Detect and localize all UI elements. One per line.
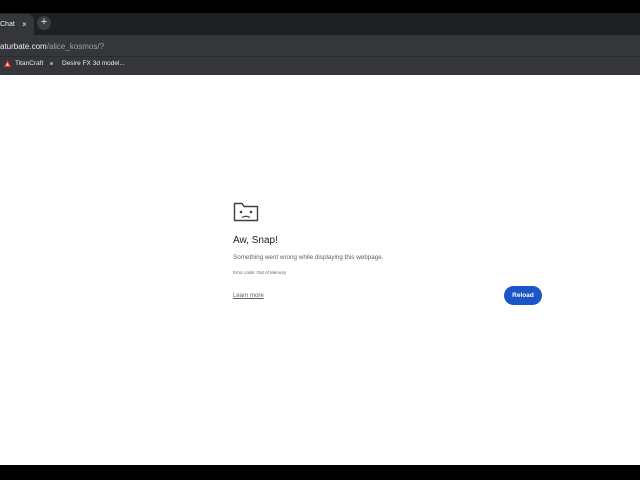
browser-tab[interactable]: Chat ×: [0, 14, 34, 35]
tab-title: Chat: [0, 21, 15, 28]
tab-strip: Chat × +: [0, 13, 640, 35]
bookmark-label: Desire FX 3d model...: [62, 60, 125, 67]
new-tab-button[interactable]: +: [37, 16, 51, 30]
url-path: /alice_kosmos/?: [46, 41, 105, 51]
reload-button[interactable]: Reload: [504, 286, 542, 305]
error-message: Something went wrong while displaying th…: [233, 254, 384, 261]
page-content: Aw, Snap! Something went wrong while dis…: [0, 75, 640, 465]
bookmark-label: TitanCraft: [15, 60, 44, 67]
error-title: Aw, Snap!: [233, 235, 278, 246]
address-bar[interactable]: aturbate.com/alice_kosmos/?: [0, 39, 104, 53]
tab-close-icon[interactable]: ×: [22, 20, 27, 29]
browser-toolbar: aturbate.com/alice_kosmos/?: [0, 35, 640, 56]
bookmark-desire-fx[interactable]: Desire FX 3d model...: [50, 60, 125, 67]
titancraft-icon: [4, 60, 11, 67]
top-bezel: [0, 0, 640, 13]
sad-folder-icon: [233, 202, 259, 222]
url-host: aturbate.com: [0, 41, 47, 51]
error-code: Error code: Out of Memory: [233, 270, 287, 275]
bookmarks-bar: TitanCraft Desire FX 3d model...: [0, 56, 640, 75]
bottom-bezel: [0, 465, 640, 480]
bookmark-dot-icon: [50, 62, 53, 65]
learn-more-link[interactable]: Learn more: [233, 293, 264, 299]
bookmark-titancraft[interactable]: TitanCraft: [4, 60, 43, 67]
